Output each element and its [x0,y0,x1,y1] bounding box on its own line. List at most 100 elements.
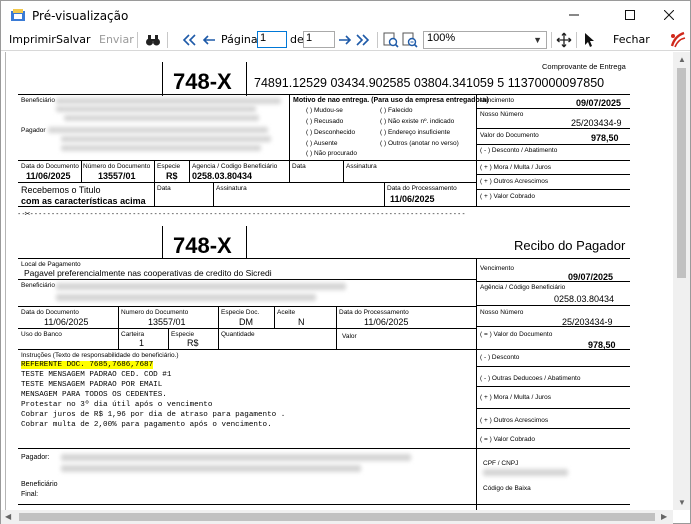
data-documento2-label: Data do Documento [21,309,79,316]
first-page-icon[interactable] [181,32,197,48]
previous-page-icon[interactable] [201,32,217,48]
zoom-select[interactable]: 100% ▼ [423,31,547,49]
especie-label: Especie [157,163,181,170]
binoculars-icon[interactable] [145,32,161,48]
brand-logo-icon [670,31,686,48]
valor-documento-label: Valor do Documento [480,132,539,139]
instrucao-line: Cobrar juros de R$ 1,96 por dia de atras… [21,411,286,419]
agencia2-label: Agência / Código Beneficiário [480,284,566,291]
scroll-up-icon[interactable]: ▲ [678,55,686,64]
assinatura-label: Assinatura [346,163,377,170]
window-title: Pré-visualização [32,9,129,23]
save-button[interactable]: Salvar [56,33,91,46]
toolbar-separator [551,32,552,48]
codigo-baixa-label: Código de Baixa [483,485,531,492]
valor-documento-value: 978,50 [591,133,619,143]
scroll-left-icon[interactable]: ◀ [5,512,11,521]
data-label: Data [292,163,306,170]
numero-documento-label: Número do Documento [83,163,151,170]
data-processamento2-value: 11/06/2025 [364,317,409,327]
vertical-scroll-thumb[interactable] [677,68,686,278]
vencimento-label: Vencimento [480,97,514,104]
pagador2-label: Pagador: [21,454,50,461]
scroll-right-icon[interactable]: ▶ [661,512,667,521]
vertical-scrollbar[interactable]: ▲ ▼ [673,52,690,510]
numero-documento2-value: 13557/01 [148,317,186,327]
redacted-beneficiario-2-address [56,294,316,301]
close-window-button[interactable] [646,1,691,29]
toolbar-separator [576,32,577,48]
motivo-option: ( ) Não procurado [306,150,357,157]
print-button[interactable]: Imprimir [9,33,56,46]
bank-code: 748-X [173,69,232,94]
toolbar: Imprimir Salvar Enviar Página 1 de 1 100… [1,29,690,51]
redacted-pagador-2 [61,454,411,461]
motivo-option: ( ) Endereço insuficiente [380,129,451,136]
redacted-beneficiario-address [56,106,256,112]
valor-cobrado2-label: ( = ) Valor Cobrado [480,436,535,443]
send-button[interactable]: Enviar [99,33,134,46]
outras-deducoes-label: ( - ) Outras Deducoes / Abatimento [480,375,581,382]
numero-documento-value: 13557/01 [98,171,136,181]
horizontal-scrollbar[interactable]: ◀ ▶ [1,510,673,524]
motivo-option: ( ) Mudou-se [306,107,343,114]
zoom-page-icon[interactable] [402,32,418,48]
horizontal-scroll-thumb[interactable] [19,513,655,521]
bank-code-2: 748-X [173,233,232,258]
outros-acrescimos-label: ( + ) Outros Acrescimos [480,178,549,185]
motivo-option: ( ) Não existe nº. indicado [380,118,455,125]
valor-label: Valor [342,333,357,340]
assinatura2-label: Assinatura [216,185,247,192]
total-pages-field: 1 [303,31,335,48]
minimize-button[interactable] [551,1,597,29]
close-button[interactable]: Fechar [613,33,650,46]
toolbar-separator [137,32,138,48]
motivo-option: ( ) Outros (anotar no verso) [380,140,459,147]
scroll-down-icon[interactable]: ▼ [678,498,686,507]
redacted-pagador-2-address [61,465,361,472]
especie-doc-value: DM [239,317,253,327]
valor-documento2-label: ( = ) Valor do Documento [480,331,553,338]
recebemos-line1: Recebemos o Titulo [21,185,101,195]
cursor-icon[interactable] [581,32,597,48]
document-viewport: Comprovante de Entrega 748-X 74891.12529… [1,52,673,510]
agencia-value: 0258.03.80434 [192,171,253,181]
numero-documento2-label: Numero do Documento [121,309,189,316]
data-processamento-value: 11/06/2025 [390,194,435,204]
mora2-label: ( + ) Mora / Multa / Juros [480,394,551,401]
beneficiario-label: Beneficiário [21,97,55,104]
carteira-value: 1 [139,338,145,348]
data-processamento2-label: Data do Processamento [339,309,409,316]
local-pagamento-value: Pagavel preferencialmente nas cooperativ… [24,268,272,278]
uso-banco-label: Uso do Banco [21,331,62,338]
cut-line: - -✂- - - - - - - - - - - - - - - - - - … [18,211,465,218]
page-label: Página [221,33,258,46]
data2-label: Data [157,185,171,192]
redacted-pagador-city [61,145,261,151]
preview-window: Pré-visualização Imprimir Salvar Enviar … [0,0,691,524]
especie2-value: R$ [187,338,199,348]
next-page-icon[interactable] [337,32,353,48]
redacted-pagador [48,127,268,133]
page-number-input[interactable]: 1 [257,31,287,48]
app-icon [11,9,25,21]
last-page-icon[interactable] [355,32,371,48]
nosso-numero2-label: Nosso Número [480,309,524,316]
especie2-label: Especie [171,331,195,338]
zoom-fit-icon[interactable] [383,32,399,48]
redacted-beneficiario-city [64,115,259,121]
local-pagamento-label: Local de Pagamento [21,261,81,268]
cpf-label: CPF / CNPJ [483,460,519,467]
comprovante-header: Comprovante de Entrega [542,62,626,71]
data-documento-value: 11/06/2025 [26,171,71,181]
nosso-numero-value: 25/203434-9 [571,118,622,128]
beneficiario-final-label2: Final: [21,491,39,498]
data-documento2-value: 11/06/2025 [44,317,89,327]
beneficiario-final-label1: Beneficiário [21,481,58,488]
instrucao-line: MENSAGEM PARA TODOS OS CEDENTES. [21,391,167,399]
move-icon[interactable] [556,32,572,48]
outros-acrescimos2-label: ( + ) Outros Acrescimos [480,417,549,424]
redacted-beneficiario-2 [56,283,346,290]
redacted-cpf [483,469,568,476]
close-icon [664,10,674,20]
